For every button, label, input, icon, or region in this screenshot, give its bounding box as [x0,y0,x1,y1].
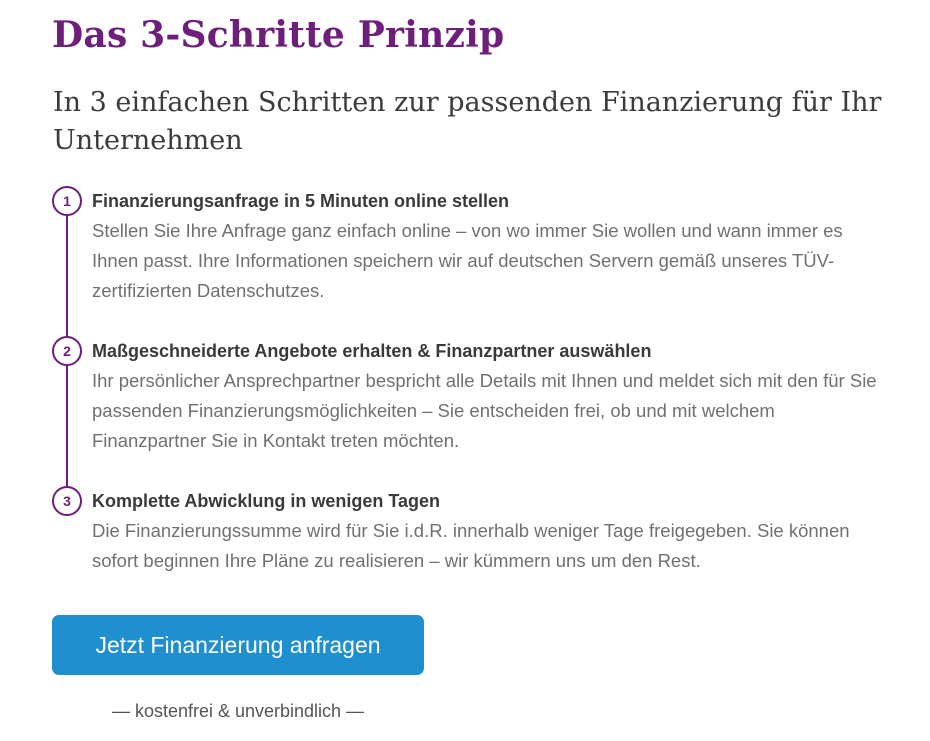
step-number-badge: 2 [52,336,82,366]
step-number-badge: 3 [52,486,82,516]
step-number-badge: 1 [52,186,82,216]
step-description: Ihr persönlicher Ansprechpartner bespric… [92,370,877,451]
page-subtitle: In 3 einfachen Schritten zur passenden F… [53,87,882,156]
cta-note: — kostenfrei & unverbindlich — [111,701,365,721]
page-title: Das 3-Schritte Prinzip [52,14,505,56]
step-description: Die Finanzierungssumme wird für Sie i.d.… [92,520,850,571]
step-description: Stellen Sie Ihre Anfrage ganz einfach on… [92,220,843,301]
request-financing-button[interactable]: Jetzt Finanzierung anfragen [52,615,424,675]
step-title: Finanzierungsanfrage in 5 Minuten online… [92,191,510,211]
step-title: Komplette Abwicklung in wenigen Tagen [92,491,441,511]
page: Das 3-Schritte Prinzip In 3 einfachen Sc… [0,0,930,741]
step-title: Maßgeschneiderte Angebote erhalten & Fin… [92,341,652,361]
steps-timeline: 1 Finanzierungsanfrage in 5 Minuten onli… [52,184,902,584]
